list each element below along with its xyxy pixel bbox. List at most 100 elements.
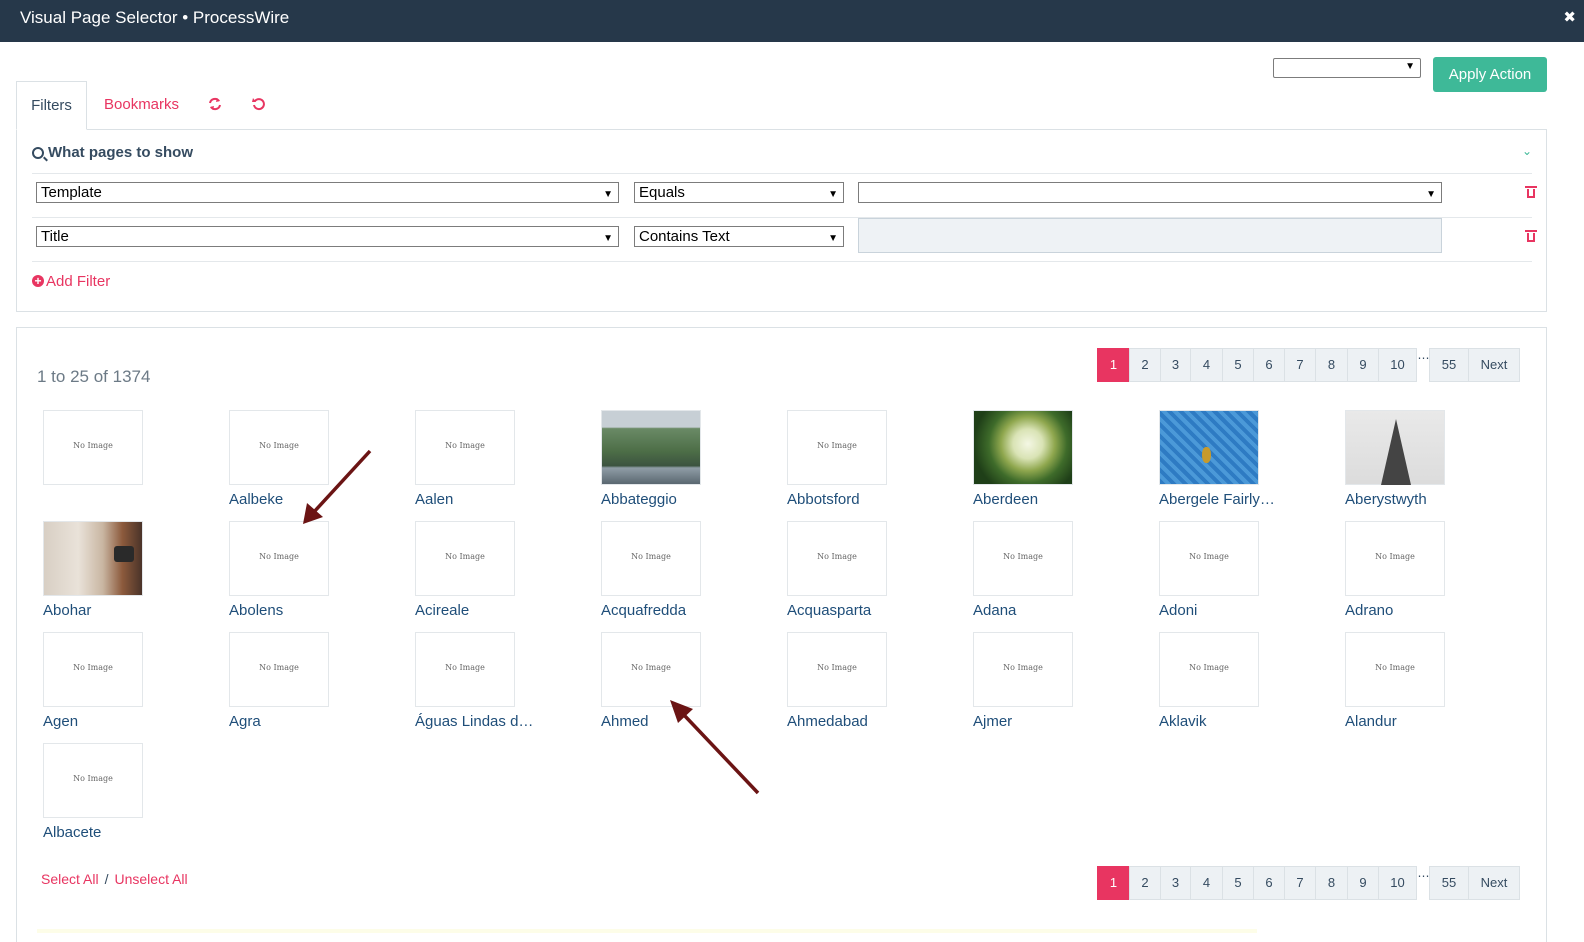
filter-operator-select[interactable]: Equals ▼ bbox=[634, 182, 844, 203]
no-image-placeholder[interactable]: No Image bbox=[415, 410, 515, 485]
page-7-button[interactable]: 7 bbox=[1284, 866, 1316, 900]
trash-icon[interactable] bbox=[1525, 186, 1537, 198]
tab-filters[interactable]: Filters bbox=[16, 81, 87, 130]
page-title-link[interactable]: Adoni bbox=[1159, 602, 1281, 619]
no-image-placeholder[interactable]: No Image bbox=[415, 632, 515, 707]
page-9-button[interactable]: 9 bbox=[1347, 348, 1379, 382]
page-last-button[interactable]: 55 bbox=[1429, 348, 1469, 382]
page-title-link[interactable]: Acireale bbox=[415, 602, 537, 619]
add-filter-link[interactable]: + Add Filter bbox=[32, 273, 110, 290]
no-image-placeholder[interactable]: No Image bbox=[229, 410, 329, 485]
page-title-link[interactable]: Aklavik bbox=[1159, 713, 1281, 730]
page-title-link[interactable]: Águas Lindas de… bbox=[415, 713, 537, 730]
page-grid-item[interactable]: No Image Adana bbox=[973, 521, 1113, 619]
page-4-button[interactable]: 4 bbox=[1190, 348, 1223, 382]
page-thumbnail[interactable] bbox=[1159, 410, 1259, 485]
page-grid-item[interactable]: No Image Aklavik bbox=[1159, 632, 1299, 730]
page-thumbnail[interactable] bbox=[601, 410, 701, 485]
page-grid-item[interactable]: No Image Águas Lindas de… bbox=[415, 632, 555, 730]
page-5-button[interactable]: 5 bbox=[1222, 866, 1254, 900]
page-grid-item[interactable]: Abohar bbox=[43, 521, 183, 619]
page-9-button[interactable]: 9 bbox=[1347, 866, 1379, 900]
no-image-placeholder[interactable]: No Image bbox=[229, 632, 329, 707]
page-8-button[interactable]: 8 bbox=[1315, 348, 1348, 382]
no-image-placeholder[interactable]: No Image bbox=[415, 521, 515, 596]
page-title-link[interactable]: Abohar bbox=[43, 602, 165, 619]
page-grid-item[interactable]: No Image Adrano bbox=[1345, 521, 1485, 619]
page-grid-item[interactable]: No Image Aalen bbox=[415, 410, 555, 508]
page-2-button[interactable]: 2 bbox=[1129, 866, 1161, 900]
filter-value-select[interactable]: ▼ bbox=[858, 182, 1442, 203]
no-image-placeholder[interactable]: No Image bbox=[787, 521, 887, 596]
page-title-link[interactable]: Adrano bbox=[1345, 602, 1467, 619]
page-thumbnail[interactable] bbox=[1345, 410, 1445, 485]
page-3-button[interactable]: 3 bbox=[1160, 348, 1191, 382]
filter-field-select[interactable]: Title ▼ bbox=[36, 226, 619, 247]
page-title-link[interactable]: Aalbeke bbox=[229, 491, 351, 508]
next-page-button[interactable]: Next bbox=[1468, 348, 1520, 382]
tab-bookmarks[interactable]: Bookmarks bbox=[104, 81, 179, 130]
page-grid-item[interactable]: No Image Acireale bbox=[415, 521, 555, 619]
bulk-action-select[interactable]: ▼ bbox=[1273, 58, 1421, 78]
select-all-link[interactable]: Select All bbox=[41, 871, 99, 887]
page-thumbnail[interactable] bbox=[43, 521, 143, 596]
page-grid-item[interactable]: No Image Agen bbox=[43, 632, 183, 730]
filter-field-select[interactable]: Template ▼ bbox=[36, 182, 619, 203]
page-title-link[interactable]: Ahmedabad bbox=[787, 713, 909, 730]
no-image-placeholder[interactable]: No Image bbox=[1159, 521, 1259, 596]
page-7-button[interactable]: 7 bbox=[1284, 348, 1316, 382]
page-title-link[interactable]: Acquafredda bbox=[601, 602, 723, 619]
refresh-button[interactable] bbox=[208, 81, 222, 130]
page-grid-item[interactable]: Aberystwyth bbox=[1345, 410, 1485, 508]
apply-action-button[interactable]: Apply Action bbox=[1433, 57, 1547, 92]
page-title-link[interactable]: Abolens bbox=[229, 602, 351, 619]
close-icon[interactable]: ✖ bbox=[1563, 0, 1576, 36]
page-title-link[interactable]: Acquasparta bbox=[787, 602, 909, 619]
page-thumbnail[interactable] bbox=[973, 410, 1073, 485]
page-grid-item[interactable]: No Image Acquafredda bbox=[601, 521, 741, 619]
page-grid-item[interactable]: No Image Ahmed bbox=[601, 632, 741, 730]
no-image-placeholder[interactable]: No Image bbox=[1345, 632, 1445, 707]
filter-operator-select[interactable]: Contains Text ▼ bbox=[634, 226, 844, 247]
no-image-placeholder[interactable]: No Image bbox=[229, 521, 329, 596]
page-10-button[interactable]: 10 bbox=[1378, 348, 1417, 382]
page-grid-item[interactable]: No Image Albacete bbox=[43, 743, 183, 841]
page-title-link[interactable]: Ahmed bbox=[601, 713, 723, 730]
page-title-link[interactable]: Agra bbox=[229, 713, 351, 730]
no-image-placeholder[interactable]: No Image bbox=[43, 410, 143, 485]
page-1-button[interactable]: 1 bbox=[1097, 348, 1130, 382]
page-title-link[interactable]: Ajmer bbox=[973, 713, 1095, 730]
page-grid-item[interactable]: No Image Abbotsford bbox=[787, 410, 927, 508]
no-image-placeholder[interactable]: No Image bbox=[973, 521, 1073, 596]
no-image-placeholder[interactable]: No Image bbox=[973, 632, 1073, 707]
page-grid-item[interactable]: Abergele Fairly… bbox=[1159, 410, 1299, 508]
page-title-link[interactable]: Abbateggio bbox=[601, 491, 723, 508]
reset-button[interactable] bbox=[252, 81, 266, 130]
page-6-button[interactable]: 6 bbox=[1253, 348, 1285, 382]
no-image-placeholder[interactable]: No Image bbox=[601, 521, 701, 596]
no-image-placeholder[interactable]: No Image bbox=[601, 632, 701, 707]
page-10-button[interactable]: 10 bbox=[1378, 866, 1417, 900]
page-3-button[interactable]: 3 bbox=[1160, 866, 1191, 900]
chevron-down-icon[interactable]: ⌄ bbox=[1522, 144, 1532, 158]
page-title-link[interactable]: Agen bbox=[43, 713, 165, 730]
page-title-link[interactable]: Alandur bbox=[1345, 713, 1467, 730]
page-title-link[interactable]: Aberdeen bbox=[973, 491, 1095, 508]
page-2-button[interactable]: 2 bbox=[1129, 348, 1161, 382]
page-grid-item[interactable]: Abbateggio bbox=[601, 410, 741, 508]
page-title-link[interactable]: Abbotsford bbox=[787, 491, 909, 508]
page-grid-item[interactable]: No Image Abolens bbox=[229, 521, 369, 619]
no-image-placeholder[interactable]: No Image bbox=[787, 410, 887, 485]
page-grid-item[interactable]: No Image Alandur bbox=[1345, 632, 1485, 730]
page-4-button[interactable]: 4 bbox=[1190, 866, 1223, 900]
trash-icon[interactable] bbox=[1525, 230, 1537, 242]
no-image-placeholder[interactable]: No Image bbox=[1159, 632, 1259, 707]
page-grid-item[interactable]: No Image Agra bbox=[229, 632, 369, 730]
page-6-button[interactable]: 6 bbox=[1253, 866, 1285, 900]
page-5-button[interactable]: 5 bbox=[1222, 348, 1254, 382]
no-image-placeholder[interactable]: No Image bbox=[1345, 521, 1445, 596]
page-title-link[interactable]: Aalen bbox=[415, 491, 537, 508]
page-grid-item[interactable]: No Image Ahmedabad bbox=[787, 632, 927, 730]
page-grid-item[interactable]: No Image Adoni bbox=[1159, 521, 1299, 619]
page-grid-item[interactable]: No Image Aalbeke bbox=[229, 410, 369, 508]
